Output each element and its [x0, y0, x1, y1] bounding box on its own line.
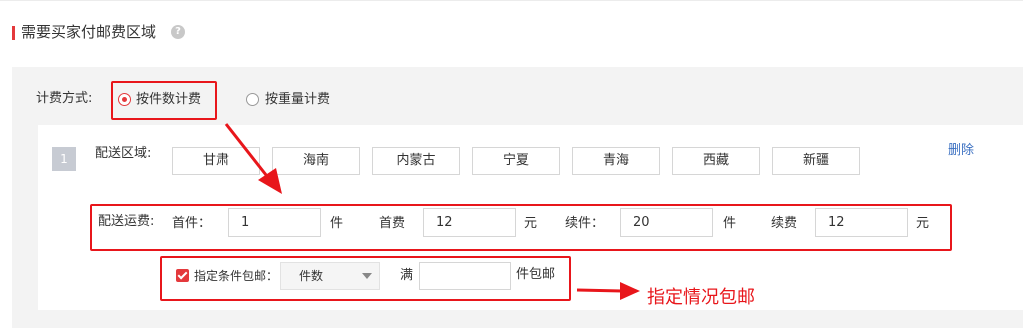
annotation-text: 指定情况包邮 — [647, 287, 755, 308]
arrow-down-icon — [224, 123, 282, 194]
annotation-arrows — [224, 123, 640, 300]
arrow-right-icon — [576, 282, 640, 300]
